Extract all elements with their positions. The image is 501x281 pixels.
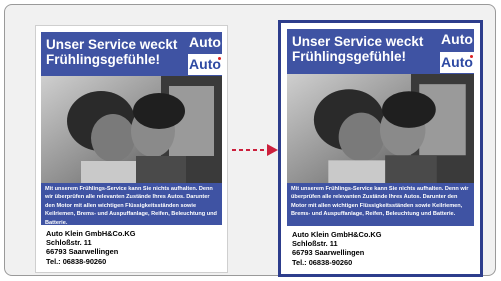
city: 66793 Saarwellingen	[292, 248, 365, 258]
flyer-headline: Unser Service weckt Frühlingsgefühle!	[292, 34, 424, 64]
auto-logo-top: Auto	[188, 32, 222, 53]
auto-logo-top: Auto	[440, 29, 474, 50]
flyer-before: Unser Service weckt Frühlingsgefühle! Au…	[35, 25, 228, 273]
street: Schloßstr. 11	[292, 239, 338, 249]
phone: Tel.: 06838-90260	[46, 256, 107, 266]
service-description: Mit unserem Frühlings-Service kann Sie n…	[287, 183, 474, 226]
company-name: Auto Klein GmbH&Co.KG	[46, 229, 136, 238]
street: Schloßstr. 11	[46, 238, 92, 248]
address-block: Auto Klein GmbH&Co.KG Schloßstr. 11 6679…	[46, 229, 136, 266]
city: 66793 Saarwellingen	[46, 247, 119, 257]
service-description: Mit unserem Frühlings-Service kann Sie n…	[41, 183, 222, 226]
comparison-panel: Unser Service weckt Frühlingsgefühle! Au…	[4, 4, 496, 277]
flyer-header: Unser Service weckt Frühlingsgefühle! Au…	[41, 32, 222, 76]
company-name: Auto Klein GmbH&Co.KG	[292, 230, 382, 239]
flyer-headline: Unser Service weckt Frühlingsgefühle!	[46, 37, 178, 67]
auto-logo-bottom: Auto	[440, 52, 474, 73]
flyer-after: Unser Service weckt Frühlingsgefühle! Au…	[278, 20, 483, 277]
phone: Tel.: 06838-90260	[292, 257, 353, 267]
flyer-header: Unser Service weckt Frühlingsgefühle! Au…	[287, 29, 474, 74]
auto-logo-bottom: Auto	[188, 54, 222, 75]
arrow-right-icon	[232, 144, 278, 156]
address-block: Auto Klein GmbH&Co.KG Schloßstr. 11 6679…	[292, 230, 382, 267]
